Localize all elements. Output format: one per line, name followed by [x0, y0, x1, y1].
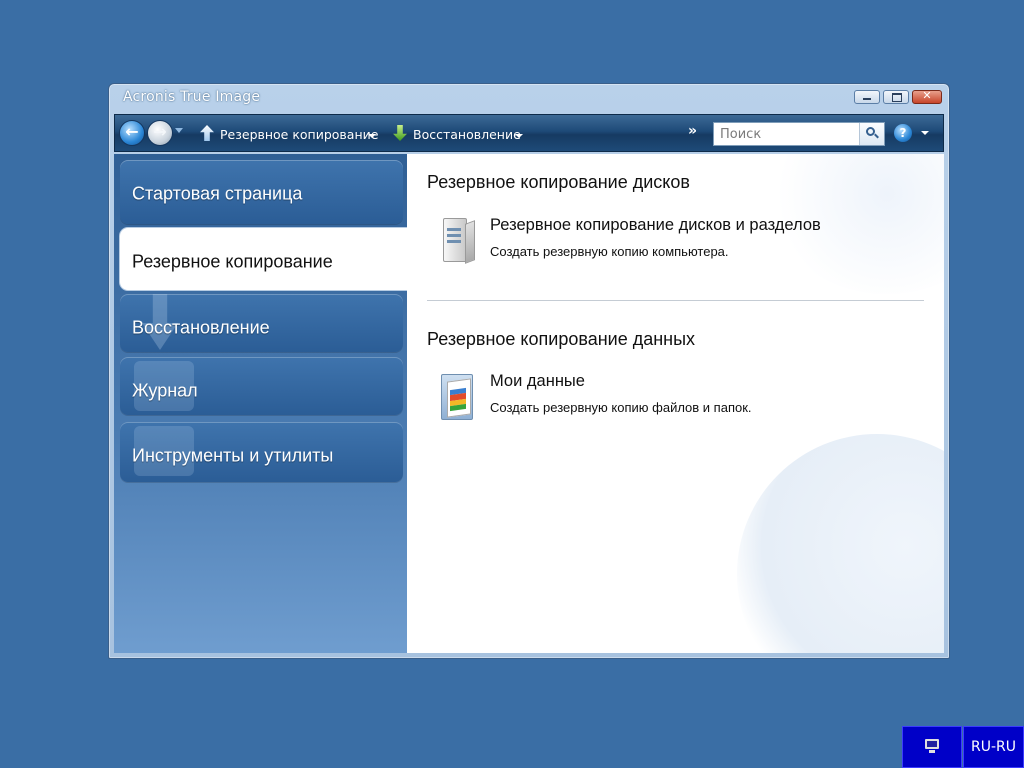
history-dropdown-icon[interactable] — [175, 128, 183, 133]
maximize-button[interactable] — [883, 90, 909, 104]
help-button[interactable]: ? — [894, 124, 912, 142]
search-button[interactable] — [859, 123, 884, 145]
task-title[interactable]: Резервное копирование дисков и разделов — [490, 216, 821, 235]
task-description: Создать резервную копию файлов и папок. — [490, 400, 752, 415]
close-icon: ✕ — [922, 89, 932, 102]
section-divider — [427, 300, 924, 301]
tray-display-button[interactable] — [902, 726, 962, 768]
sidebar-item-label: Резервное копирование — [132, 251, 333, 272]
documents-folder-icon — [435, 372, 477, 420]
toolbar: ← → Резервное копирование Восстановление… — [114, 114, 944, 152]
language-indicator[interactable]: RU-RU — [963, 726, 1024, 768]
search-box — [713, 122, 885, 146]
server-icon — [435, 216, 475, 264]
main-content: Резервное копирование дисков Резервное к… — [407, 154, 944, 653]
toolbar-overflow-chevron-icon[interactable]: » — [688, 123, 697, 139]
sidebar-item-backup[interactable]: Резервное копирование — [120, 228, 407, 290]
task-description: Создать резервную копию компьютера. — [490, 244, 729, 259]
task-disk-partition-backup[interactable]: Резервное копирование дисков и разделов … — [427, 216, 927, 276]
back-arrow-icon: ← — [125, 122, 139, 141]
sidebar: Стартовая страница Резервное копирование… — [114, 154, 407, 653]
toolbar-restore-button[interactable]: Восстановление — [393, 125, 528, 145]
main-window: Acronis True Image ✕ ← → Резервное копир… — [108, 83, 950, 659]
restore-dropdown-icon — [515, 134, 523, 138]
section-title-data-backup: Резервное копирование данных — [427, 329, 696, 349]
restore-down-arrow-icon — [393, 125, 407, 141]
forward-button[interactable]: → — [147, 120, 173, 146]
toolbar-backup-label: Резервное копирование — [220, 127, 379, 142]
task-title[interactable]: Мои данные — [490, 372, 585, 391]
sidebar-item-start-page[interactable]: Стартовая страница — [120, 160, 403, 224]
back-button[interactable]: ← — [119, 120, 145, 146]
search-icon-handle — [874, 133, 879, 139]
backup-dropdown-icon — [368, 134, 376, 138]
toolbar-backup-button[interactable]: Резервное копирование — [200, 125, 380, 145]
sidebar-item-label: Восстановление — [132, 317, 270, 338]
close-button[interactable]: ✕ — [912, 89, 942, 104]
sidebar-item-restore[interactable]: Восстановление — [120, 294, 403, 352]
task-my-data[interactable]: Мои данные Создать резервную копию файло… — [427, 372, 927, 432]
sidebar-item-tools[interactable]: Инструменты и утилиты — [120, 422, 403, 482]
search-input[interactable] — [714, 123, 858, 145]
section-title-disk-backup: Резервное копирование дисков — [427, 172, 690, 192]
minimize-button[interactable] — [854, 90, 880, 104]
help-dropdown-icon[interactable] — [921, 131, 929, 135]
background-globe-decoration — [737, 434, 944, 653]
monitor-stand — [929, 750, 935, 753]
minimize-icon — [863, 98, 871, 100]
window-title: Acronis True Image — [123, 89, 261, 105]
desktop: Acronis True Image ✕ ← → Резервное копир… — [0, 0, 1024, 768]
sidebar-item-label: Журнал — [132, 380, 198, 401]
sidebar-item-log[interactable]: Журнал — [120, 357, 403, 415]
forward-arrow-icon: → — [153, 122, 167, 141]
backup-up-arrow-icon — [200, 125, 214, 141]
toolbar-restore-label: Восстановление — [413, 127, 521, 142]
maximize-icon — [892, 93, 902, 102]
sidebar-item-label: Стартовая страница — [132, 183, 303, 204]
monitor-icon — [925, 739, 939, 749]
sidebar-item-label: Инструменты и утилиты — [132, 445, 334, 466]
title-bar[interactable]: Acronis True Image ✕ — [109, 84, 949, 112]
